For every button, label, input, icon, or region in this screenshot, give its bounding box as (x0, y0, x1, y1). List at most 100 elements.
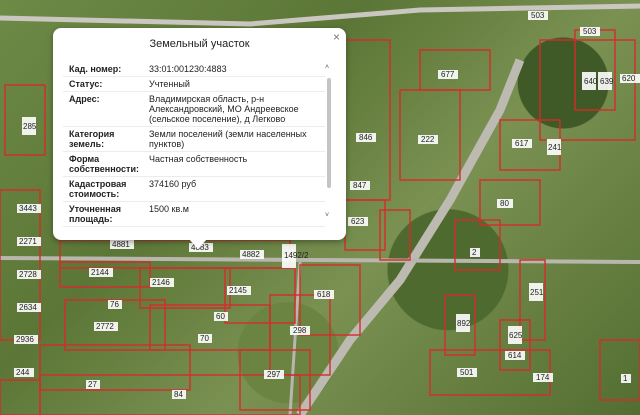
parcel-label: 2634 (17, 303, 41, 312)
row-key: Статус: (69, 79, 103, 89)
svg-text:80: 80 (500, 199, 509, 208)
svg-text:222: 222 (421, 135, 435, 144)
row-key: Адрес: (69, 94, 100, 104)
parcel-label: 80 (497, 199, 513, 208)
parcel-label: 2146 (150, 278, 174, 287)
svg-text:2634: 2634 (19, 303, 37, 312)
svg-text:892: 892 (457, 319, 471, 328)
svg-text:2144: 2144 (91, 268, 109, 277)
svg-text:2271: 2271 (19, 237, 37, 246)
svg-text:1492/2: 1492/2 (284, 251, 309, 260)
parcel-label: 298 (290, 326, 310, 335)
parcel-label: 3443 (17, 204, 41, 213)
svg-text:614: 614 (508, 351, 522, 360)
svg-text:2146: 2146 (152, 278, 170, 287)
svg-text:503: 503 (583, 27, 597, 36)
close-icon[interactable]: × (333, 30, 340, 44)
parcel-label: 614 (505, 351, 525, 360)
svg-text:503: 503 (531, 11, 545, 20)
row-value: Учтенный (149, 79, 190, 89)
svg-text:2772: 2772 (96, 322, 114, 331)
parcel-label: 1 (621, 374, 631, 383)
svg-text:640: 640 (584, 77, 598, 86)
svg-text:623: 623 (351, 217, 365, 226)
parcel-label: 639 (598, 72, 614, 90)
parcel-label: 2271 (17, 237, 41, 246)
parcel-label: 244 (14, 368, 34, 377)
parcel-label: 2 (470, 248, 480, 257)
parcel-label: 2936 (14, 335, 38, 344)
svg-text:285: 285 (23, 122, 37, 131)
row-key: Категория земель: (69, 129, 115, 149)
parcel-label: 503 (528, 11, 548, 20)
parcel-label: 2144 (89, 268, 113, 277)
parcel-label: 2145 (227, 286, 251, 295)
scroll-down-icon[interactable]: ˅ (325, 212, 329, 219)
parcel-label: 640 (582, 72, 598, 90)
svg-text:27: 27 (88, 380, 97, 389)
parcel-label: 70 (198, 334, 212, 343)
row-key: Форма собственности: (69, 154, 139, 174)
svg-text:617: 617 (515, 139, 529, 148)
svg-text:174: 174 (536, 373, 550, 382)
row-value: Частная собственность (149, 154, 248, 164)
parcel-label: 623 (348, 217, 368, 226)
parcel-label: 503 (580, 27, 600, 36)
svg-text:625: 625 (509, 331, 523, 340)
popup-body[interactable]: Кад. номер: 33:01:001230:4883 Статус: Уч… (63, 62, 325, 230)
svg-text:2145: 2145 (229, 286, 247, 295)
parcel-label: 222 (418, 135, 438, 144)
svg-text:846: 846 (359, 133, 373, 142)
parcel-label: 846 (356, 133, 376, 142)
svg-text:4882: 4882 (242, 250, 260, 259)
svg-text:677: 677 (441, 70, 455, 79)
svg-text:297: 297 (267, 370, 281, 379)
popup-title: Земельный участок (149, 38, 250, 50)
svg-text:76: 76 (110, 300, 119, 309)
scroll-thumb[interactable] (327, 78, 331, 188)
parcel-label: 892 (456, 314, 471, 332)
popup-pointer (189, 239, 207, 249)
row-value: 33:01:001230:4883 (149, 64, 227, 74)
info-row-area: Уточненная площадь: 1500 кв.м (63, 202, 325, 227)
svg-text:639: 639 (600, 77, 614, 86)
parcel-label: 174 (533, 373, 553, 382)
parcel-label: 84 (172, 390, 186, 399)
info-row-cadastral-number: Кад. номер: 33:01:001230:4883 (63, 62, 325, 77)
parcel-info-popup: Земельный участок × Кад. номер: 33:01:00… (53, 28, 346, 240)
scroll-up-icon[interactable]: ˄ (325, 64, 329, 71)
row-value: Земли поселений (земли населенных пункто… (149, 129, 307, 149)
svg-text:2: 2 (472, 248, 477, 257)
svg-text:4881: 4881 (112, 240, 130, 249)
svg-text:84: 84 (174, 390, 183, 399)
map-view[interactable]: 503 503 677 640 639 620 285 846 222 617 … (0, 0, 640, 415)
svg-text:3443: 3443 (19, 204, 37, 213)
parcel-label: 285 (22, 117, 37, 135)
parcel-label: 847 (350, 181, 370, 190)
info-row-status: Статус: Учтенный (63, 77, 325, 92)
svg-text:244: 244 (16, 368, 30, 377)
svg-text:241: 241 (548, 143, 562, 152)
row-key: Кад. номер: (69, 64, 122, 74)
parcel-label: 60 (214, 312, 228, 321)
svg-text:298: 298 (293, 326, 307, 335)
svg-text:1: 1 (623, 374, 628, 383)
info-row-land-category: Категория земель: Земли поселений (земли… (63, 127, 325, 152)
row-key: Уточненная площадь: (69, 204, 121, 224)
parcel-label: 620 (620, 74, 640, 83)
svg-text:847: 847 (353, 181, 367, 190)
row-value: Владимирская область, р-н Александровски… (149, 94, 299, 124)
parcel-label: 677 (438, 70, 458, 79)
parcel-label: 27 (86, 380, 100, 389)
parcel-label: 4881 (110, 240, 134, 249)
row-key: Кадастровая стоимость: (69, 179, 127, 199)
parcel-label: 251 (529, 283, 544, 301)
parcel-label: 2772 (94, 322, 118, 331)
svg-text:70: 70 (200, 334, 209, 343)
svg-text:251: 251 (530, 288, 544, 297)
svg-text:2936: 2936 (16, 335, 34, 344)
popup-scrollbar[interactable]: ˄ ˅ (325, 64, 332, 219)
parcel-label: 4882 (240, 250, 264, 259)
info-row-address: Адрес: Владимирская область, р-н Алексан… (63, 92, 325, 127)
parcel-label: 501 (457, 368, 477, 377)
